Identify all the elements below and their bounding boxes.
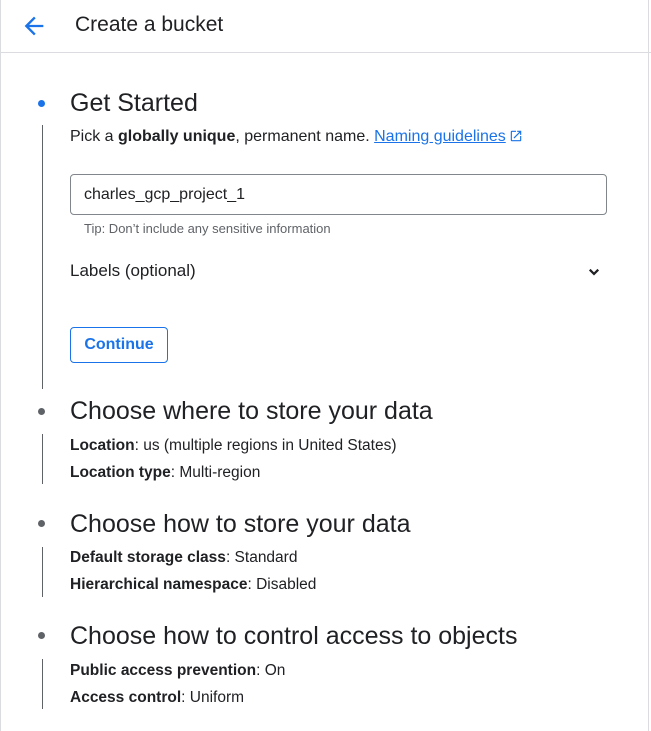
location-type-detail: Location type: Multi-region <box>70 464 260 482</box>
access-control-value: : Uniform <box>181 689 245 706</box>
public-access-prevention-key: Public access prevention <box>70 662 257 679</box>
bucket-name-input[interactable] <box>70 174 607 215</box>
back-button[interactable] <box>20 12 48 40</box>
storage-class-value: : Standard <box>225 549 298 566</box>
location-detail: Location: us (multiple regions in United… <box>70 437 397 455</box>
location-type-key: Location type <box>70 464 171 481</box>
naming-guidelines-label: Naming guidelines <box>374 128 506 145</box>
step-3-connector <box>42 547 43 597</box>
access-control-detail: Access control: Uniform <box>70 689 244 707</box>
public-access-prevention-detail: Public access prevention: On <box>70 662 285 680</box>
location-type-value: : Multi-region <box>170 464 261 481</box>
step-1-connector <box>42 125 43 389</box>
description-prefix: Pick a <box>70 128 119 145</box>
continue-button[interactable]: Continue <box>70 327 168 363</box>
step-4-connector <box>42 659 43 709</box>
step-4-indicator <box>38 632 45 639</box>
step-1-description: Pick a globally unique, permanent name. … <box>70 128 523 146</box>
labels-expander[interactable]: Labels (optional) <box>70 256 607 288</box>
storage-class-key: Default storage class <box>70 549 226 566</box>
step-2-connector <box>42 434 43 484</box>
step-4-title: Choose how to control access to objects <box>70 622 518 650</box>
description-suffix: , permanent name. <box>235 128 375 145</box>
chevron-down-icon <box>588 268 600 276</box>
page-title: Create a bucket <box>75 13 224 36</box>
public-access-prevention-value: : On <box>256 662 286 679</box>
naming-guidelines-link[interactable]: Naming guidelines <box>374 128 523 145</box>
hierarchical-namespace-value: : Disabled <box>247 576 317 593</box>
open-in-new-icon <box>510 130 521 142</box>
labels-label: Labels (optional) <box>70 261 196 280</box>
hierarchical-namespace-key: Hierarchical namespace <box>70 576 248 593</box>
step-3-indicator <box>38 520 45 527</box>
step-2-title: Choose where to store your data <box>70 397 433 425</box>
step-3-title: Choose how to store your data <box>70 510 411 538</box>
hierarchical-namespace-detail: Hierarchical namespace: Disabled <box>70 576 316 594</box>
arrow-back-icon <box>24 16 44 36</box>
description-bold: globally unique <box>118 128 236 145</box>
storage-class-detail: Default storage class: Standard <box>70 549 297 567</box>
step-1-indicator <box>38 100 45 107</box>
step-2-indicator <box>38 408 45 415</box>
step-1-title: Get Started <box>70 89 198 117</box>
page-header: Create a bucket <box>0 0 651 53</box>
location-value: : us (multiple regions in United States) <box>134 437 397 454</box>
bucket-name-hint: Tip: Don’t include any sensitive informa… <box>84 221 331 236</box>
access-control-key: Access control <box>70 689 182 706</box>
location-key: Location <box>70 437 135 454</box>
